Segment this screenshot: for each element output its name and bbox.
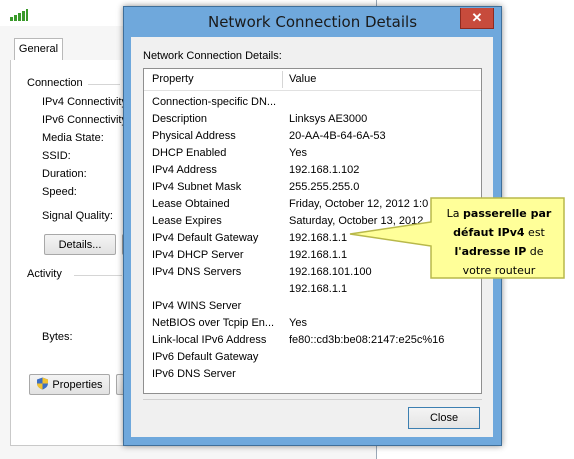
property-cell: Description [152,113,208,125]
list-header: Property Value [144,69,481,91]
connection-group-divider [88,84,120,85]
table-row[interactable]: Physical Address 20-AA-4B-64-6A-53 [144,128,481,145]
details-button[interactable]: Details... [44,234,116,255]
column-divider[interactable] [282,71,283,88]
activity-group-divider [74,275,122,276]
property-cell: IPv4 DNS Servers [152,266,242,278]
value-cell: 192.168.1.102 [289,164,360,176]
bytes-label: Bytes: [42,331,73,343]
ipv4-connectivity-label: IPv4 Connectivity: [42,96,131,108]
annotation-callout: La passerelle par défaut IPv4 est l'adre… [349,196,567,282]
column-header-property[interactable]: Property [152,69,194,90]
close-icon: ✕ [471,10,483,25]
media-state-label: Media State: [42,132,104,144]
property-cell: IPv6 DNS Server [152,368,236,380]
property-cell: Lease Obtained [152,198,230,210]
uac-shield-icon [37,377,49,390]
wifi-signal-icon [10,9,28,21]
property-cell: IPv6 Default Gateway [152,351,259,363]
table-row[interactable]: IPv6 Default Gateway [144,349,481,366]
close-button[interactable]: Close [408,407,480,429]
value-cell: 20-AA-4B-64-6A-53 [289,130,386,142]
value-cell: fe80::cd3b:be08:2147:e25c%16 [289,334,445,346]
callout-text: La passerelle par défaut IPv4 est l'adre… [446,207,552,277]
property-cell: Physical Address [152,130,236,142]
table-row[interactable]: Description Linksys AE3000 [144,111,481,128]
details-label: Network Connection Details: [143,50,282,62]
table-row[interactable]: Link-local IPv6 Address fe80::cd3b:be08:2… [144,332,481,349]
close-window-button[interactable]: ✕ [460,8,494,29]
property-cell: Link-local IPv6 Address [152,334,267,346]
property-cell: IPv4 Subnet Mask [152,181,242,193]
property-cell: IPv4 DHCP Server [152,249,244,261]
table-row[interactable]: 192.168.1.1 [144,281,481,298]
value-cell: Yes [289,317,307,329]
speed-label: Speed: [42,186,77,198]
table-row[interactable]: DHCP Enabled Yes [144,145,481,162]
tab-general[interactable]: General [14,38,63,61]
value-cell: 192.168.1.1 [289,283,348,295]
table-row[interactable]: NetBIOS over Tcpip En... Yes [144,315,481,332]
table-row[interactable]: IPv4 Subnet Mask 255.255.255.0 [144,179,481,196]
dialog-title: Network Connection Details [207,13,418,31]
duration-label: Duration: [42,168,87,180]
ipv6-connectivity-label: IPv6 Connectivity: [42,114,131,126]
property-cell: Lease Expires [152,215,222,227]
property-cell: IPv4 Address [152,164,217,176]
table-row[interactable]: IPv4 Address 192.168.1.102 [144,162,481,179]
property-cell: IPv4 WINS Server [152,300,242,312]
column-header-value[interactable]: Value [289,69,316,90]
properties-button[interactable]: Properties [29,374,110,395]
activity-group-label: Activity [27,268,62,280]
property-cell: NetBIOS over Tcpip En... [152,317,275,329]
property-cell: IPv4 Default Gateway [152,232,259,244]
table-row[interactable]: IPv4 WINS Server [144,298,481,315]
signal-quality-label: Signal Quality: [42,210,113,222]
value-cell: 255.255.255.0 [289,181,360,193]
connection-group-label: Connection [27,77,83,89]
value-cell: Linksys AE3000 [289,113,368,125]
ssid-label: SSID: [42,150,71,162]
footer-divider [143,399,482,400]
table-row[interactable]: IPv6 DNS Server [144,366,481,383]
property-cell: DHCP Enabled [152,147,227,159]
properties-button-label: Properties [52,379,103,391]
property-cell: Connection-specific DN... [152,96,277,108]
table-row[interactable]: Connection-specific DN... [144,94,481,111]
value-cell: Yes [289,147,307,159]
